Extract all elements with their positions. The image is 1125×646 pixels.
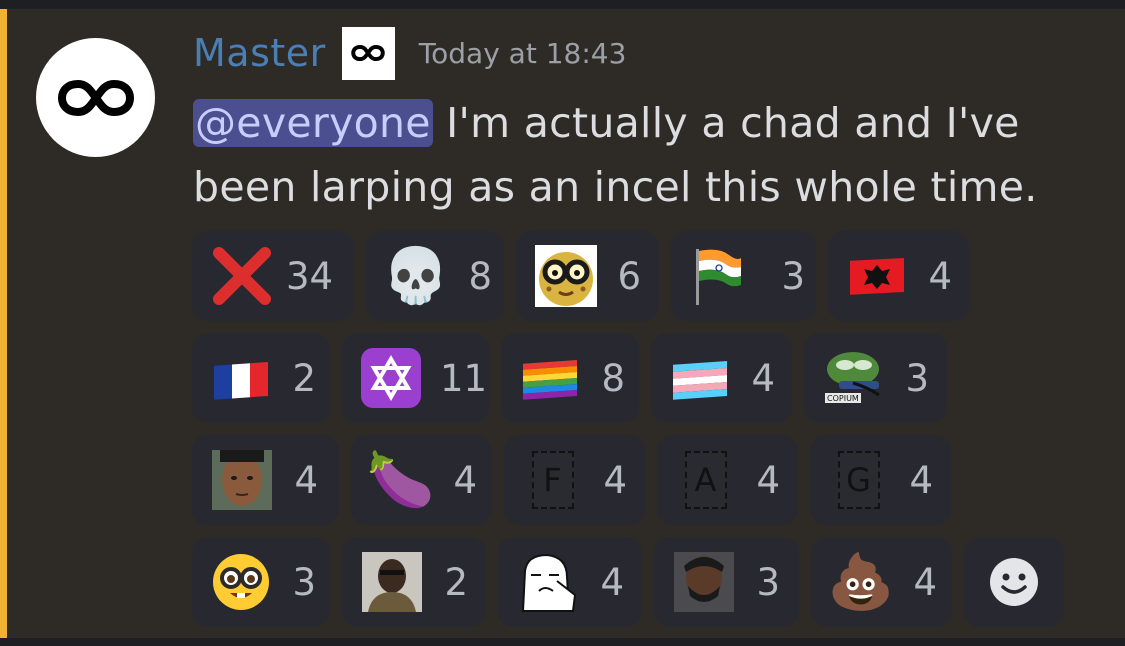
reaction-flag-albania[interactable]: 4	[828, 231, 969, 321]
reaction-poop[interactable]: 💩 4	[811, 537, 952, 627]
reaction-count: 4	[909, 458, 933, 502]
flag-france-icon	[210, 346, 272, 410]
nerd-face-icon	[210, 550, 272, 614]
reaction-letter-f[interactable]: F 4	[504, 435, 645, 525]
message-container: Master Today at 18:43 @everyone I'm actu…	[0, 9, 1125, 638]
reaction-man-photo[interactable]: 2	[342, 537, 486, 627]
letter-f-glyph: F	[531, 451, 574, 509]
reaction-count: 4	[294, 458, 318, 502]
star-of-david-icon	[360, 346, 422, 410]
avatar[interactable]	[36, 38, 155, 157]
reaction-row: 34 💀 8 6 3 4	[192, 231, 1092, 321]
flag-india-icon	[689, 244, 751, 308]
smiley-add-reaction-icon	[990, 558, 1038, 606]
letter-f-icon: F	[522, 448, 583, 512]
reaction-count: 4	[600, 560, 624, 604]
svg-text:COPIUM: COPIUM	[827, 394, 859, 403]
rainbow-flag-icon	[519, 346, 581, 410]
reaction-count: 6	[617, 254, 641, 298]
mention-highlight-bar	[0, 9, 7, 638]
infinity-logo-icon	[57, 79, 134, 116]
reaction-count: 2	[292, 356, 316, 400]
reaction-copium-pepe[interactable]: COPIUM 3	[804, 333, 947, 423]
reaction-eggplant[interactable]: 🍆 4	[351, 435, 492, 525]
face-photo-icon	[210, 448, 274, 512]
reaction-count: 3	[756, 560, 780, 604]
reaction-cross-mark[interactable]: 34	[192, 231, 354, 321]
reaction-rainbow-flag[interactable]: 8	[501, 333, 639, 423]
reactions-area: 34 💀 8 6 3 4 2 11 8 4 COPIUM 3 4 🍆 4 F 4…	[192, 231, 1092, 639]
reaction-count: 4	[756, 458, 780, 502]
letter-g-icon: G	[828, 448, 889, 512]
wojak-crying-icon	[516, 550, 580, 614]
flag-albania-icon	[846, 244, 908, 308]
bearded-photo-icon	[672, 550, 736, 614]
reaction-flag-france[interactable]: 2	[192, 333, 330, 423]
bottom-divider	[0, 638, 1125, 646]
reaction-nerd-face[interactable]: 3	[192, 537, 330, 627]
reaction-count: 4	[928, 254, 952, 298]
role-badge-icon	[341, 26, 395, 80]
reaction-row: 3 2 4 3 💩 4	[192, 537, 1092, 627]
reaction-count: 3	[781, 254, 805, 298]
reaction-letter-g[interactable]: G 4	[810, 435, 951, 525]
reaction-wojak-crying[interactable]: 4	[498, 537, 642, 627]
nerd-cookie-icon	[534, 244, 597, 308]
reaction-count: 4	[751, 356, 775, 400]
reaction-count: 4	[603, 458, 627, 502]
skull-icon: 💀	[382, 244, 450, 307]
reaction-count: 11	[440, 356, 488, 400]
reaction-trans-flag[interactable]: 4	[651, 333, 792, 423]
reaction-row: 4 🍆 4 F 4 A 4 G 4	[192, 435, 1092, 525]
reaction-row: 2 11 8 4 COPIUM 3	[192, 333, 1092, 423]
letter-a-glyph: A	[684, 451, 727, 509]
message-header: Master Today at 18:43	[193, 25, 626, 81]
letter-a-icon: A	[675, 448, 736, 512]
add-reaction-button[interactable]	[964, 537, 1064, 627]
reaction-skull[interactable]: 💀 8	[366, 231, 504, 321]
reaction-count: 2	[444, 560, 468, 604]
reaction-count: 3	[905, 356, 929, 400]
reaction-letter-a[interactable]: A 4	[657, 435, 798, 525]
reaction-count: 3	[292, 560, 316, 604]
reaction-bearded-photo[interactable]: 3	[654, 537, 799, 627]
message-content: @everyone I'm actually a chad and I've b…	[193, 91, 1093, 219]
man-photo-icon	[360, 550, 424, 614]
reaction-count: 34	[286, 254, 334, 298]
everyone-mention[interactable]: @everyone	[193, 99, 433, 147]
letter-g-glyph: G	[837, 451, 880, 509]
message-timestamp: Today at 18:43	[418, 36, 627, 70]
username[interactable]: Master	[193, 31, 326, 75]
reaction-face-photo[interactable]: 4	[192, 435, 339, 525]
reaction-count: 4	[913, 560, 937, 604]
reaction-count: 8	[468, 254, 492, 298]
copium-pepe-icon: COPIUM	[822, 346, 885, 410]
trans-flag-icon	[669, 346, 731, 410]
reaction-count: 4	[453, 458, 477, 502]
cross-mark-icon	[210, 244, 274, 308]
reaction-count: 8	[601, 356, 625, 400]
eggplant-icon: 🍆	[367, 448, 435, 511]
reaction-nerd-cookie[interactable]: 6	[516, 231, 659, 321]
reaction-star-of-david[interactable]: 11	[342, 333, 489, 423]
reaction-flag-india[interactable]: 3	[671, 231, 816, 321]
poop-icon: 💩	[827, 550, 895, 613]
